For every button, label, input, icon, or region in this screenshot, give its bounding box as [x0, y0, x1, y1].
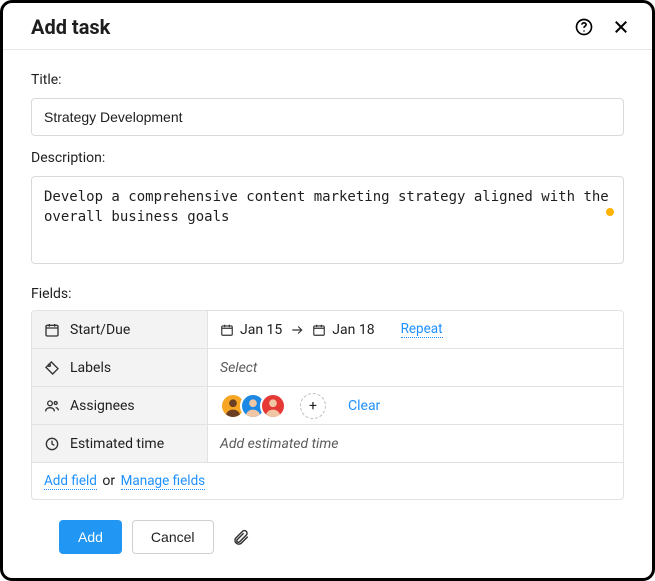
close-button[interactable]	[610, 16, 632, 38]
add-task-modal: Add task Title: Description:	[0, 0, 655, 581]
repeat-link[interactable]: Repeat	[401, 321, 443, 338]
fields-table: Start/Due Jan 15 Jan 18 Repeat	[31, 310, 624, 500]
tag-icon	[44, 360, 60, 376]
people-icon	[44, 398, 60, 414]
field-row-assignees: Assignees +	[32, 387, 623, 425]
help-icon	[574, 17, 594, 37]
field-name-start-due: Start/Due	[32, 311, 208, 348]
title-input[interactable]	[31, 98, 624, 136]
modal-footer: Add Cancel	[31, 520, 624, 574]
clock-icon	[44, 436, 60, 452]
field-label: Estimated time	[70, 436, 164, 452]
header-actions	[572, 15, 632, 39]
field-name-labels: Labels	[32, 349, 208, 386]
due-date-text: Jan 18	[332, 322, 374, 338]
start-date[interactable]: Jan 15	[220, 322, 282, 338]
description-input[interactable]	[31, 176, 624, 264]
help-button[interactable]	[572, 15, 596, 39]
plus-icon: +	[309, 398, 317, 414]
modal-body: Title: Description: Fields: Start/Due	[3, 50, 652, 581]
field-value-assignees: + Clear	[208, 387, 623, 424]
calendar-mini-icon	[220, 323, 234, 337]
field-label: Assignees	[70, 398, 135, 414]
attach-button[interactable]	[228, 524, 254, 550]
field-row-estimated: Estimated time Add estimated time	[32, 425, 623, 463]
field-value-estimated[interactable]: Add estimated time	[208, 425, 623, 462]
calendar-icon	[44, 322, 60, 338]
description-wrap	[31, 176, 624, 268]
add-field-link[interactable]: Add field	[44, 473, 97, 490]
avatar[interactable]	[260, 393, 286, 419]
field-label: Start/Due	[70, 322, 130, 338]
manage-fields-link[interactable]: Manage fields	[121, 473, 206, 490]
description-label: Description:	[31, 150, 624, 166]
fields-footer-links: Add field or Manage fields	[32, 463, 623, 499]
add-assignee-button[interactable]: +	[300, 393, 326, 419]
paperclip-icon	[232, 528, 250, 546]
field-label: Labels	[70, 360, 111, 376]
fields-caption: Fields:	[31, 286, 624, 302]
field-value-start-due[interactable]: Jan 15 Jan 18 Repeat	[208, 311, 623, 348]
arrow-right-icon	[290, 323, 304, 337]
cancel-button[interactable]: Cancel	[132, 520, 214, 554]
modal-title: Add task	[31, 15, 110, 39]
field-row-labels: Labels Select	[32, 349, 623, 387]
or-text: or	[102, 473, 115, 489]
title-label: Title:	[31, 72, 624, 88]
labels-placeholder: Select	[220, 360, 257, 376]
start-date-text: Jan 15	[240, 322, 282, 338]
add-button[interactable]: Add	[59, 520, 122, 554]
due-date[interactable]: Jan 18	[312, 322, 374, 338]
unsaved-indicator-icon	[606, 208, 614, 216]
calendar-mini-icon	[312, 323, 326, 337]
close-icon	[612, 18, 630, 36]
estimated-placeholder: Add estimated time	[220, 436, 338, 452]
person-icon	[262, 395, 284, 417]
field-row-start-due: Start/Due Jan 15 Jan 18 Repeat	[32, 311, 623, 349]
modal-header: Add task	[3, 3, 652, 50]
field-value-labels[interactable]: Select	[208, 349, 623, 386]
field-name-assignees: Assignees	[32, 387, 208, 424]
assignee-avatars	[220, 393, 286, 419]
clear-assignees-link[interactable]: Clear	[348, 398, 380, 414]
field-name-estimated: Estimated time	[32, 425, 208, 462]
